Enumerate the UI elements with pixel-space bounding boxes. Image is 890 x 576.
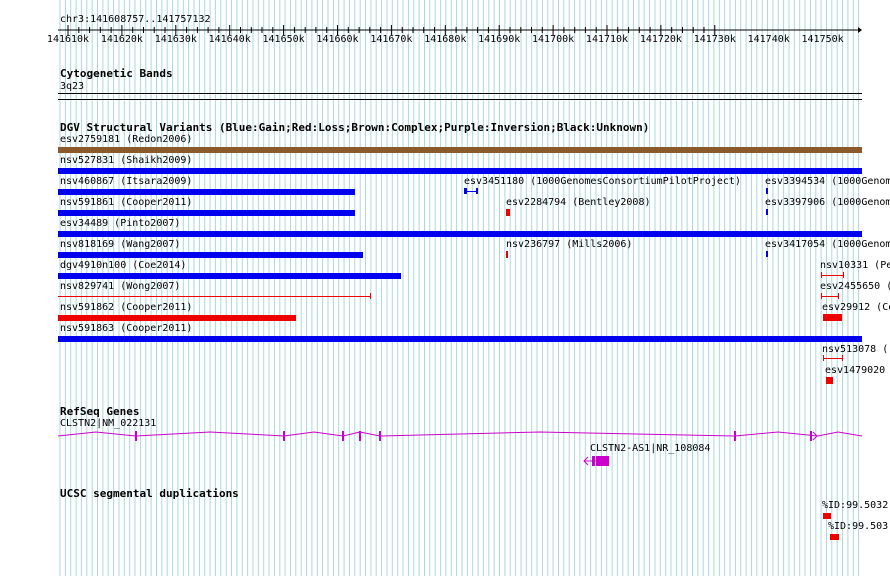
variant-loss-bar[interactable] <box>506 251 508 258</box>
variant-label[interactable]: nsv591862 (Cooper2011) <box>60 302 192 314</box>
variant-loss-line[interactable] <box>821 296 839 297</box>
ruler-tick-label: 141640k <box>208 34 251 45</box>
variant-label[interactable]: nsv513078 ( <box>822 344 888 356</box>
ruler-tick-label: 141670k <box>370 34 413 45</box>
ruler-tick-label: 141750k <box>801 34 844 45</box>
variant-loss-bar[interactable] <box>58 315 296 321</box>
variant-loss-bar[interactable] <box>843 272 844 278</box>
variant-label[interactable]: esv34489 (Pinto2007) <box>60 218 180 230</box>
variant-gain-bar[interactable] <box>58 210 355 216</box>
segdup-label[interactable]: %ID:99.5032 <box>822 500 888 512</box>
variant-gain-bar[interactable] <box>58 189 355 195</box>
variant-loss-bar[interactable] <box>842 355 843 361</box>
variant-loss-bar[interactable] <box>838 293 839 299</box>
variant-label[interactable]: esv2284794 (Bentley2008) <box>506 197 651 209</box>
variant-loss-line[interactable] <box>58 296 371 297</box>
variant-loss-bar[interactable] <box>823 314 842 321</box>
cyto-track-title: Cytogenetic Bands <box>60 67 173 80</box>
segdup-track-title: UCSC segmental duplications <box>60 487 239 500</box>
variant-label[interactable]: nsv460867 (Itsara2009) <box>60 176 192 188</box>
segdup-bar[interactable] <box>830 534 839 540</box>
ruler-tick-label: 141630k <box>154 34 197 45</box>
variant-label[interactable]: nsv527831 (Shaikh2009) <box>60 155 192 167</box>
variant-label[interactable]: esv2455650 ( <box>820 281 890 293</box>
variant-label[interactable]: esv29912 (Co <box>822 302 890 314</box>
variant-loss-line[interactable] <box>823 358 843 359</box>
variant-label[interactable]: nsv829741 (Wong2007) <box>60 281 180 293</box>
ruler-tick-label: 141620k <box>100 34 143 45</box>
ruler-tick-label: 141610k <box>46 34 90 45</box>
variant-label[interactable]: nsv591861 (Cooper2011) <box>60 197 192 209</box>
variant-loss-bar[interactable] <box>821 272 822 278</box>
refseq-track-title: RefSeq Genes <box>60 405 140 418</box>
segdup-label[interactable]: %ID:99.503 <box>828 521 888 533</box>
variant-gain-bar[interactable] <box>766 188 768 194</box>
dgv-track-title: DGV Structural Variants (Blue:Gain;Red:L… <box>60 121 650 134</box>
cyto-band-line <box>58 93 862 94</box>
ruler-tick-label: 141730k <box>693 34 736 45</box>
variant-gain-bar[interactable] <box>58 336 862 342</box>
variant-gain-bar[interactable] <box>58 252 363 258</box>
ruler-tick-label: 141740k <box>747 34 790 45</box>
ruler-tick-label: 141690k <box>478 34 521 45</box>
gene-model-clstn2[interactable] <box>0 424 890 448</box>
ruler-tick-label: 141700k <box>532 34 575 45</box>
variant-loss-bar[interactable] <box>823 355 824 361</box>
ruler-tick-label: 141710k <box>585 34 629 45</box>
variant-label[interactable]: esv3394534 (1000Genom <box>765 176 890 188</box>
variant-gain-bar[interactable] <box>766 251 768 257</box>
ruler-tick-label: 141720k <box>639 34 682 45</box>
variant-gain-bar[interactable] <box>766 209 768 215</box>
variant-gain-bar[interactable] <box>58 168 862 174</box>
variant-label[interactable]: esv3451180 (1000GenomesConsortiumPilotPr… <box>464 176 741 188</box>
variant-loss-bar[interactable] <box>370 293 371 299</box>
ruler-tick-label: 141680k <box>424 34 467 45</box>
variant-label[interactable]: nsv818169 (Wang2007) <box>60 239 180 251</box>
variant-gain-bar[interactable] <box>476 188 478 194</box>
ruler-tick-label: 141650k <box>262 34 305 45</box>
variant-label[interactable]: esv2759181 (Redon2006) <box>60 134 192 146</box>
genome-browser-view: chr3:141608757..141757132 141610k 141620k… <box>0 0 890 576</box>
variant-label[interactable]: esv3397906 (1000Genom <box>765 197 890 209</box>
variant-loss-line[interactable] <box>821 275 844 276</box>
variant-complex-bar[interactable] <box>58 147 862 153</box>
segdup-bar[interactable] <box>823 513 831 519</box>
variant-label[interactable]: nsv10331 (Pe <box>820 260 890 272</box>
variant-label[interactable]: esv1479020 <box>825 365 885 377</box>
variant-label[interactable]: nsv236797 (Mills2006) <box>506 239 632 251</box>
ruler-tick-label: 141660k <box>316 34 359 45</box>
variant-label[interactable]: dgv4910n100 (Coe2014) <box>60 260 186 272</box>
variant-gain-bar[interactable] <box>58 231 862 237</box>
variant-gain-bar[interactable] <box>58 273 401 279</box>
variant-loss-bar[interactable] <box>506 209 510 216</box>
variant-label[interactable]: nsv591863 (Cooper2011) <box>60 323 192 335</box>
cyto-band-label: 3q23 <box>60 81 85 92</box>
variant-loss-bar[interactable] <box>821 293 822 299</box>
variant-label[interactable]: esv3417054 (1000Genom <box>765 239 890 251</box>
cyto-band-line-2 <box>58 99 862 100</box>
gene-model-clstn2-as1[interactable] <box>580 454 620 468</box>
variant-loss-bar[interactable] <box>826 377 833 384</box>
